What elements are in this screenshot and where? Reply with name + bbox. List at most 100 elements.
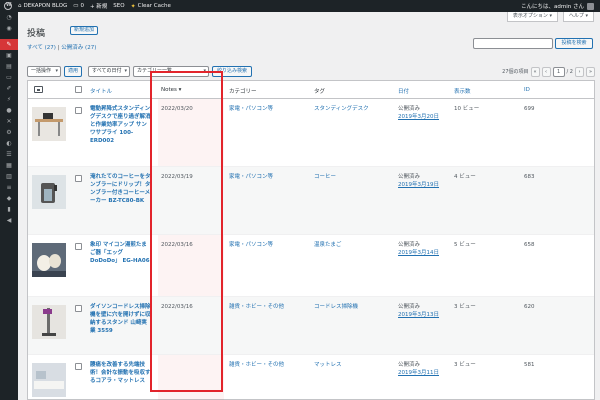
collapse-menu-icon[interactable]: ◀: [0, 215, 18, 226]
post-id: 581: [524, 362, 535, 368]
post-category-link[interactable]: 雑貨・ホビー・その他: [229, 361, 284, 369]
post-title-link[interactable]: ダイソンコードレス掃除機を壁に穴を開けずに収納するスタンド 山崎実業 3559: [90, 303, 152, 335]
filter-all-link[interactable]: すべて (27): [27, 45, 56, 51]
column-title[interactable]: タイトル: [90, 87, 112, 95]
wordpress-logo-icon[interactable]: [4, 2, 12, 10]
column-views[interactable]: 表示数: [454, 87, 471, 95]
first-page-button[interactable]: «: [530, 66, 540, 77]
post-category-link[interactable]: 家電・パソコン等: [229, 105, 273, 113]
site-name-link[interactable]: ⌂ DEKAPON BLOG: [18, 3, 67, 9]
pages-icon[interactable]: ▤: [0, 61, 18, 72]
clear-cache-link[interactable]: ✦ Clear Cache: [131, 3, 171, 10]
apply-button[interactable]: 適用: [64, 66, 82, 77]
avatar: [587, 2, 594, 10]
comments-link[interactable]: ▭ 0: [73, 3, 84, 9]
column-id[interactable]: ID: [524, 87, 530, 93]
screen-options-button[interactable]: 表示オプション ▾: [506, 12, 558, 22]
row-checkbox[interactable]: [75, 107, 82, 114]
current-page-input[interactable]: 1: [552, 66, 565, 77]
table-row: 腰痛を改善する先端技術！会計な振動を吸収するコアラ・マットレス 雑貨・ホビー・そ…: [28, 355, 594, 400]
post-views: 4 ビュー: [454, 174, 476, 180]
tools-wrench-icon[interactable]: ✕: [0, 116, 18, 127]
grid-icon[interactable]: ▥: [0, 171, 18, 182]
table-row: 淹れたてのコーヒーをタンブラーにドリップ！タンブラー付きコーヒーメーカー BZ-…: [28, 167, 594, 235]
date-filter-select[interactable]: すべての日付: [88, 66, 130, 77]
comment-icon: ▭: [73, 3, 79, 9]
post-date: 2019年3月20日: [398, 114, 439, 120]
layers-icon[interactable]: ≡: [0, 182, 18, 193]
settings-icon[interactable]: ⚙: [0, 127, 18, 138]
post-status: 公開済み: [398, 106, 421, 112]
table-row: 象印 マイコン湯煎たまご器「エッグDoDoDo」 EG-HA06 2022/03…: [28, 235, 594, 297]
post-date: 2019年3月14日: [398, 250, 439, 256]
post-title-link[interactable]: 象印 マイコン湯煎たまご器「エッグDoDoDo」 EG-HA06: [90, 241, 152, 265]
next-page-button[interactable]: ›: [575, 66, 584, 77]
page-title: 投稿: [27, 29, 46, 39]
post-title-link[interactable]: 腰痛を改善する先端技術！会計な振動を吸収するコアラ・マットレス: [90, 361, 152, 385]
home-icon: ⌂: [18, 3, 22, 9]
post-tag-link[interactable]: マットレス: [314, 361, 342, 369]
filter-published-link[interactable]: 公開済み (27): [61, 45, 96, 51]
search-input[interactable]: [473, 38, 553, 49]
main-content: 表示オプション ▾ ヘルプ ▾ 投稿 新規追加 すべて (27) | 公開済み …: [18, 12, 600, 400]
users-icon[interactable]: ●: [0, 105, 18, 116]
post-note: 2022/03/20: [161, 106, 193, 112]
column-date[interactable]: 日付: [398, 87, 409, 95]
filter-button[interactable]: 絞り込み検索: [212, 66, 252, 77]
select-all-checkbox[interactable]: [75, 86, 82, 93]
comments-icon[interactable]: ▭: [0, 72, 18, 83]
post-views: 3 ビュー: [454, 362, 476, 368]
column-tags: タグ: [314, 89, 326, 95]
admin-bar: ⌂ DEKAPON BLOG ▭ 0 + 新規 SEO ✦ Clear Cach…: [0, 0, 600, 12]
post-thumbnail[interactable]: [32, 175, 66, 209]
add-new-button[interactable]: 新規追加: [70, 26, 99, 35]
posts-pin-icon[interactable]: ✎: [0, 39, 18, 50]
post-id: 620: [524, 304, 535, 310]
post-thumbnail[interactable]: [32, 243, 66, 277]
plugins-icon[interactable]: ⚡: [0, 94, 18, 105]
seo-plugin-icon[interactable]: ◐: [0, 138, 18, 149]
appearance-brush-icon[interactable]: ✐: [0, 83, 18, 94]
jetpack-icon[interactable]: ◉: [0, 23, 18, 34]
post-category-link[interactable]: 家電・パソコン等: [229, 241, 273, 249]
post-thumbnail[interactable]: [32, 363, 66, 397]
table-icon[interactable]: ▦: [0, 160, 18, 171]
bulk-action-select[interactable]: 一括操作: [27, 66, 61, 77]
seo-link[interactable]: SEO: [113, 3, 124, 9]
post-title-link[interactable]: 淹れたてのコーヒーをタンブラーにドリップ！タンブラー付きコーヒーメーカー BZ-…: [90, 173, 152, 205]
broom-icon: ✦: [130, 2, 136, 10]
row-checkbox[interactable]: [75, 363, 82, 370]
help-button[interactable]: ヘルプ ▾: [562, 12, 594, 22]
category-filter-select[interactable]: カテゴリー一覧: [133, 66, 209, 77]
last-page-button[interactable]: »: [586, 66, 595, 77]
media-icon[interactable]: ▣: [0, 50, 18, 61]
table-header: タイトル Notes ▾ カテゴリー タグ 日付 表示数 ID: [28, 81, 594, 99]
post-thumbnail[interactable]: [32, 107, 66, 141]
list-icon[interactable]: ☰: [0, 149, 18, 160]
row-checkbox[interactable]: [75, 305, 82, 312]
post-category-link[interactable]: 雑貨・ホビー・その他: [229, 303, 284, 311]
my-account[interactable]: こんにちは、admin さん: [521, 2, 594, 10]
stats-icon[interactable]: ▮: [0, 204, 18, 215]
post-id: 699: [524, 106, 535, 112]
search-posts-button[interactable]: 投稿を検索: [555, 38, 593, 49]
post-category-link[interactable]: 家電・パソコン等: [229, 173, 273, 181]
column-notes[interactable]: Notes ▾: [161, 87, 181, 93]
new-content-link[interactable]: + 新規: [90, 2, 107, 10]
total-pages: / 2: [566, 68, 573, 75]
post-thumbnail[interactable]: [32, 305, 66, 339]
prev-page-button[interactable]: ‹: [541, 66, 551, 77]
post-note: 2022/03/16: [161, 304, 193, 310]
post-note: 2022/03/19: [161, 174, 193, 180]
post-tag-link[interactable]: スタンディングデスク: [314, 105, 369, 113]
dashboard-icon[interactable]: ◔: [0, 12, 18, 23]
post-title-link[interactable]: 電動昇降式スタンディングデスクで座り過ぎ解消と作業効率アップ サンワサプライ 1…: [90, 105, 152, 145]
post-tag-link[interactable]: コードレス掃除機: [314, 303, 358, 311]
row-checkbox[interactable]: [75, 175, 82, 182]
woo-icon[interactable]: ◆: [0, 193, 18, 204]
row-checkbox[interactable]: [75, 243, 82, 250]
post-id: 683: [524, 174, 535, 180]
post-tag-link[interactable]: コーヒー: [314, 173, 336, 181]
tablenav-top: 一括操作 適用 すべての日付 カテゴリー一覧 絞り込み検索 27個の項目 « ‹…: [27, 66, 595, 78]
post-tag-link[interactable]: 温泉たまご: [314, 241, 341, 249]
